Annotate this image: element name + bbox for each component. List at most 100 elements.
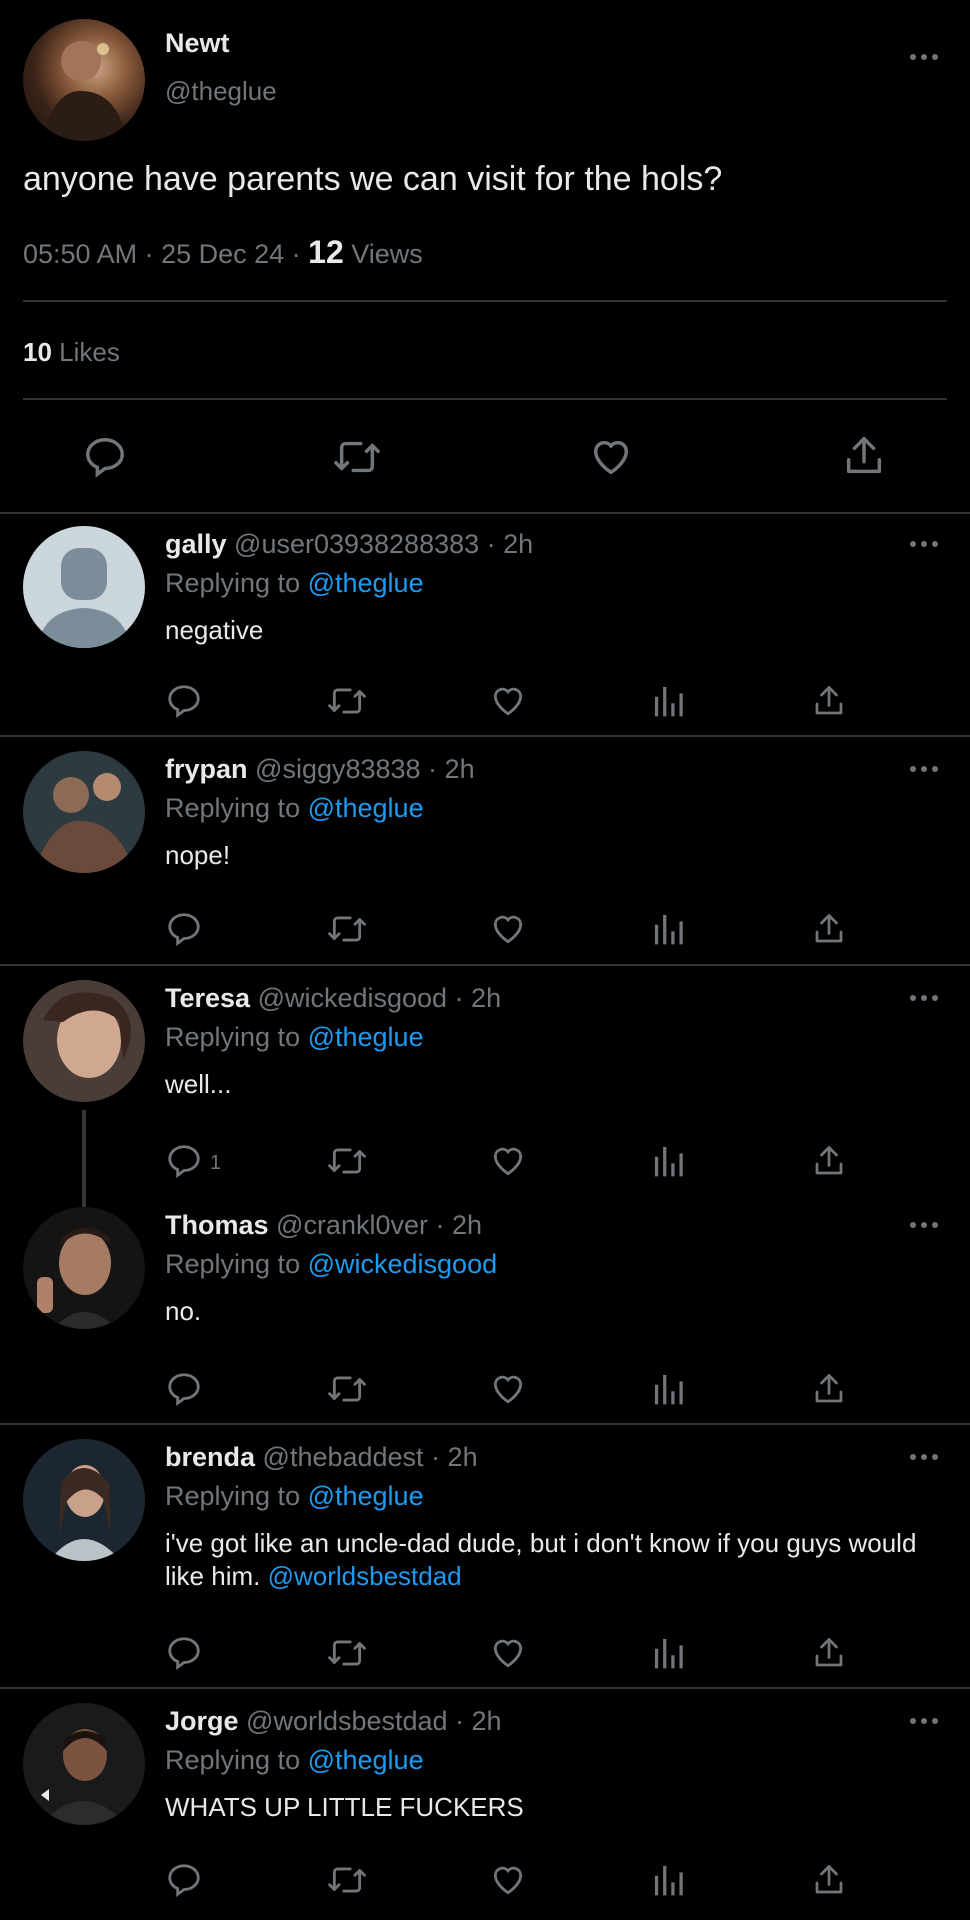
heart-icon[interactable] <box>488 1634 528 1672</box>
avatar[interactable] <box>23 1439 145 1561</box>
reply-icon[interactable] <box>165 1861 203 1899</box>
reply-author-name[interactable]: frypan <box>165 754 248 784</box>
reply-tweet[interactable]: Thomas @crankl0ver · 2h Replying to @wick… <box>0 1193 970 1425</box>
main-tweet: Newt @theglue anyone have parents we can… <box>0 0 970 514</box>
more-icon[interactable] <box>910 539 940 549</box>
reply-actions <box>0 910 970 950</box>
reply-header: gally @user03938288383 · 2h <box>165 529 533 560</box>
reply-tweet[interactable]: frypan @siggy83838 · 2h Replying to @theg… <box>0 737 970 966</box>
analytics-icon[interactable] <box>651 1142 685 1178</box>
heart-icon[interactable] <box>488 1370 528 1408</box>
reply-tweet[interactable]: brenda @thebaddest · 2h Replying to @theg… <box>0 1425 970 1689</box>
avatar[interactable] <box>23 1703 145 1825</box>
reply-icon[interactable] <box>165 1142 203 1180</box>
reply-header: Jorge @worldsbestdad · 2h <box>165 1706 502 1737</box>
reply-icon[interactable] <box>165 1370 203 1408</box>
retweet-icon[interactable] <box>326 910 368 948</box>
tweet-timestamp[interactable]: 05:50 AM · 25 Dec 24 · <box>23 239 308 269</box>
share-icon[interactable] <box>811 910 847 948</box>
reply-icon[interactable] <box>82 434 128 480</box>
reply-text: WHATS UP LITTLE FUCKERS <box>165 1791 945 1824</box>
reply-tweet[interactable]: gally @user03938288383 · 2h Replying to @… <box>0 512 970 737</box>
replying-to-label: Replying to <box>165 1481 308 1511</box>
likes-stat[interactable]: 10 Likes <box>23 337 120 368</box>
reply-handle-time[interactable]: @worldsbestdad · 2h <box>239 1706 502 1736</box>
share-icon[interactable] <box>811 1634 847 1672</box>
more-icon[interactable] <box>910 993 940 1003</box>
reply-author-name[interactable]: gally <box>165 529 227 559</box>
reply-handle-time[interactable]: @user03938288383 · 2h <box>227 529 533 559</box>
analytics-icon[interactable] <box>651 910 685 946</box>
more-icon[interactable] <box>910 52 940 62</box>
reply-author-name[interactable]: Thomas <box>165 1210 269 1240</box>
heart-icon[interactable] <box>488 1142 528 1180</box>
reply-handle-time[interactable]: @wickedisgood · 2h <box>250 983 502 1013</box>
reply-text-body: nope! <box>165 840 231 870</box>
reply-header: brenda @thebaddest · 2h <box>165 1442 478 1473</box>
analytics-icon[interactable] <box>651 1861 685 1897</box>
reply-text: i've got like an uncle-dad dude, but i d… <box>165 1527 945 1593</box>
reply-text-body: negative <box>165 615 264 645</box>
reply-icon[interactable] <box>165 682 203 720</box>
author-name[interactable]: Newt <box>165 28 230 59</box>
share-icon[interactable] <box>811 682 847 720</box>
retweet-icon[interactable] <box>326 1370 368 1408</box>
likes-count: 10 <box>23 337 52 367</box>
replying-to-handle[interactable]: @theglue <box>308 793 424 823</box>
share-icon[interactable] <box>811 1142 847 1180</box>
replying-to: Replying to @theglue <box>165 568 424 599</box>
reply-text-body: well... <box>165 1069 232 1099</box>
more-icon[interactable] <box>910 1452 940 1462</box>
replying-to-handle[interactable]: @theglue <box>308 568 424 598</box>
reply-tweet[interactable]: Jorge @worldsbestdad · 2h Replying to @th… <box>0 1689 970 1920</box>
replying-to: Replying to @theglue <box>165 793 424 824</box>
reply-author-name[interactable]: Jorge <box>165 1706 239 1736</box>
share-icon[interactable] <box>811 1861 847 1899</box>
analytics-icon[interactable] <box>651 682 685 718</box>
reply-icon[interactable] <box>165 1634 203 1672</box>
retweet-icon[interactable] <box>326 1634 368 1672</box>
reply-handle-time[interactable]: @siggy83838 · 2h <box>248 754 475 784</box>
mention-link[interactable]: @worldsbestdad <box>268 1561 462 1591</box>
retweet-icon[interactable] <box>326 682 368 720</box>
heart-icon[interactable] <box>488 682 528 720</box>
replying-to-handle[interactable]: @theglue <box>308 1745 424 1775</box>
heart-icon[interactable] <box>488 910 528 948</box>
avatar[interactable] <box>23 980 145 1102</box>
avatar[interactable] <box>23 1207 145 1329</box>
replying-to-handle[interactable]: @theglue <box>308 1481 424 1511</box>
reply-actions <box>0 1634 970 1674</box>
avatar[interactable] <box>23 751 145 873</box>
retweet-icon[interactable] <box>332 434 382 480</box>
reply-author-name[interactable]: brenda <box>165 1442 255 1472</box>
avatar[interactable] <box>23 19 145 141</box>
share-icon[interactable] <box>811 1370 847 1408</box>
reply-handle-time[interactable]: @thebaddest · 2h <box>255 1442 478 1472</box>
more-icon[interactable] <box>910 1220 940 1230</box>
replying-to-label: Replying to <box>165 1022 308 1052</box>
more-icon[interactable] <box>910 1716 940 1726</box>
reply-icon[interactable] <box>165 910 203 948</box>
author-handle[interactable]: @theglue <box>165 76 277 107</box>
retweet-icon[interactable] <box>326 1142 368 1180</box>
analytics-icon[interactable] <box>651 1634 685 1670</box>
analytics-icon[interactable] <box>651 1370 685 1406</box>
replying-to-handle[interactable]: @wickedisgood <box>308 1249 498 1279</box>
reply-count: 1 <box>210 1152 222 1174</box>
more-icon[interactable] <box>910 764 940 774</box>
share-icon[interactable] <box>841 432 887 480</box>
replying-to: Replying to @theglue <box>165 1481 424 1512</box>
avatar[interactable] <box>23 526 145 648</box>
reply-tweet[interactable]: Teresa @wickedisgood · 2h Replying to @th… <box>0 966 970 1207</box>
reply-actions: 1 <box>0 1142 970 1182</box>
tweet-meta: 05:50 AM · 25 Dec 24 · 12 Views <box>23 234 423 271</box>
replying-to: Replying to @theglue <box>165 1745 424 1776</box>
retweet-icon[interactable] <box>326 1861 368 1899</box>
tweet-text: anyone have parents we can visit for the… <box>23 160 723 198</box>
heart-icon[interactable] <box>587 434 635 480</box>
replying-to-label: Replying to <box>165 568 308 598</box>
reply-author-name[interactable]: Teresa <box>165 983 250 1013</box>
heart-icon[interactable] <box>488 1861 528 1899</box>
replying-to-handle[interactable]: @theglue <box>308 1022 424 1052</box>
reply-handle-time[interactable]: @crankl0ver · 2h <box>269 1210 482 1240</box>
